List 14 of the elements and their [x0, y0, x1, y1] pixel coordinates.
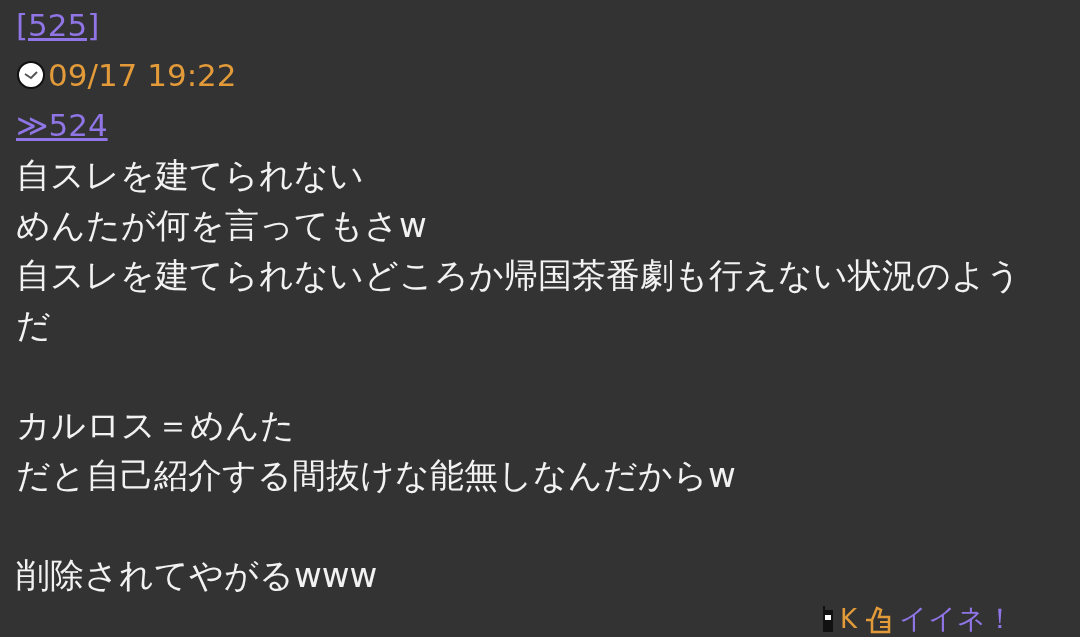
post-text-line: 自スレを建てられないどころか帰国茶番劇も行えない状況のようだ: [16, 254, 1022, 347]
author-id: K: [839, 602, 857, 635]
post-text-line: 自スレを建てられない: [16, 154, 365, 197]
thumbs-up-icon: [863, 603, 893, 634]
post-text-line: だと自己紹介する間抜けな能無しなんだからw: [16, 454, 737, 497]
post-text-line: カルロス＝めんた: [16, 404, 296, 447]
post-number-link[interactable]: [525]: [16, 0, 100, 50]
post-time: 09/17 19:22: [48, 56, 237, 95]
clock-icon: [16, 60, 46, 90]
post-text-line: めんたが何を言ってもさw: [16, 204, 428, 247]
phone-icon: [821, 605, 834, 632]
reply-link[interactable]: ≫524: [16, 100, 108, 150]
like-link[interactable]: イイネ！: [899, 601, 1014, 636]
post-text-line: 削除されてやがるwww: [16, 554, 379, 597]
